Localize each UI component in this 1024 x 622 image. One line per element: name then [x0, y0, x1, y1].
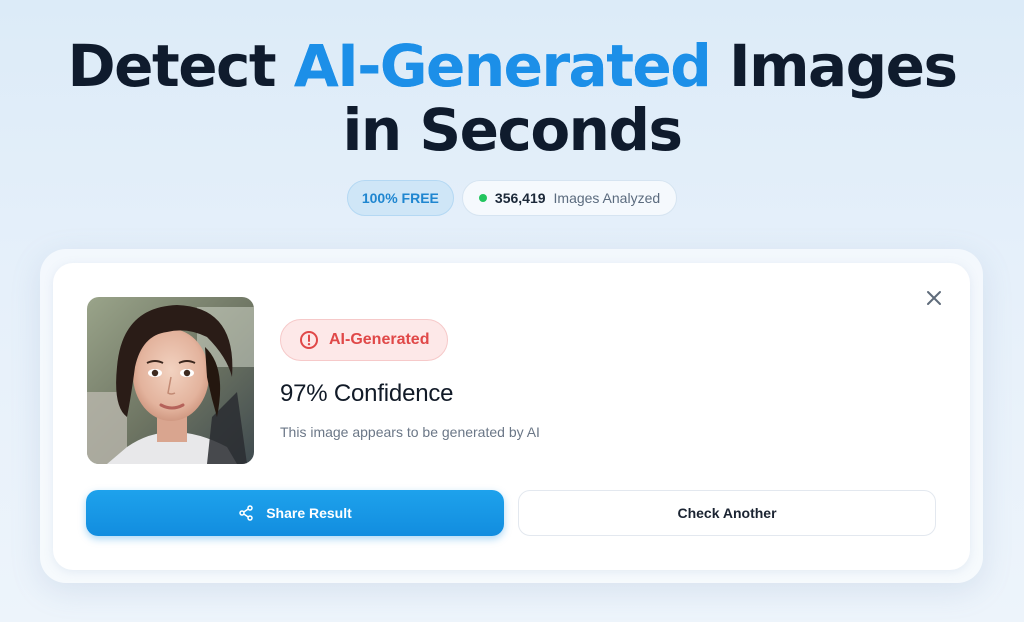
- result-description: This image appears to be generated by AI: [280, 424, 540, 440]
- alert-circle-icon: [300, 331, 318, 349]
- headline-line2: in Seconds: [342, 96, 683, 164]
- share-result-label: Share Result: [266, 505, 352, 521]
- page-title: Detect AI-Generated Images in Seconds: [0, 34, 1024, 162]
- headline-part2: Images: [728, 32, 958, 100]
- badges-row: 100% FREE 356,419 Images Analyzed: [0, 180, 1024, 216]
- analyzed-count: 356,419: [494, 190, 546, 206]
- analyzed-label: Images Analyzed: [553, 190, 661, 206]
- analyzed-count-badge: 356,419 Images Analyzed: [461, 180, 678, 216]
- share-result-button[interactable]: Share Result: [86, 490, 504, 536]
- status-badge: AI-Generated: [280, 319, 449, 361]
- share-icon: [239, 505, 253, 521]
- confidence-score: 97% Confidence: [280, 380, 454, 407]
- free-badge-label: 100% FREE: [361, 190, 439, 206]
- live-status-dot-icon: [478, 194, 487, 202]
- portrait-image: [87, 297, 254, 464]
- close-icon: [927, 291, 941, 305]
- status-label: AI-Generated: [329, 331, 430, 348]
- hero-section: Detect AI-Generated Images in Seconds: [0, 34, 1024, 162]
- analyzed-image: [87, 297, 254, 464]
- free-badge: 100% FREE: [346, 180, 454, 216]
- headline-accent: AI-Generated: [293, 32, 712, 100]
- check-another-label: Check Another: [677, 505, 777, 521]
- close-button[interactable]: [920, 284, 948, 312]
- check-another-button[interactable]: Check Another: [518, 490, 936, 536]
- headline-part1: Detect: [67, 32, 276, 100]
